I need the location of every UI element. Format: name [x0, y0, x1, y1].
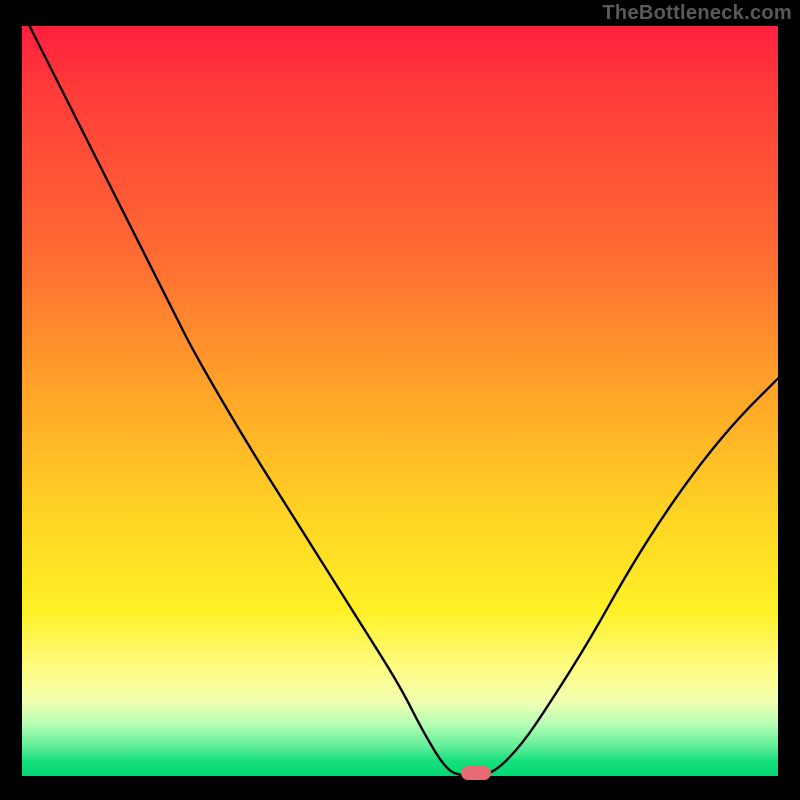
optimal-marker — [461, 766, 491, 780]
attribution-text: TheBottleneck.com — [602, 2, 792, 25]
bottleneck-curve — [22, 26, 778, 776]
chart-frame: TheBottleneck.com — [0, 0, 800, 800]
plot-area — [22, 26, 778, 776]
